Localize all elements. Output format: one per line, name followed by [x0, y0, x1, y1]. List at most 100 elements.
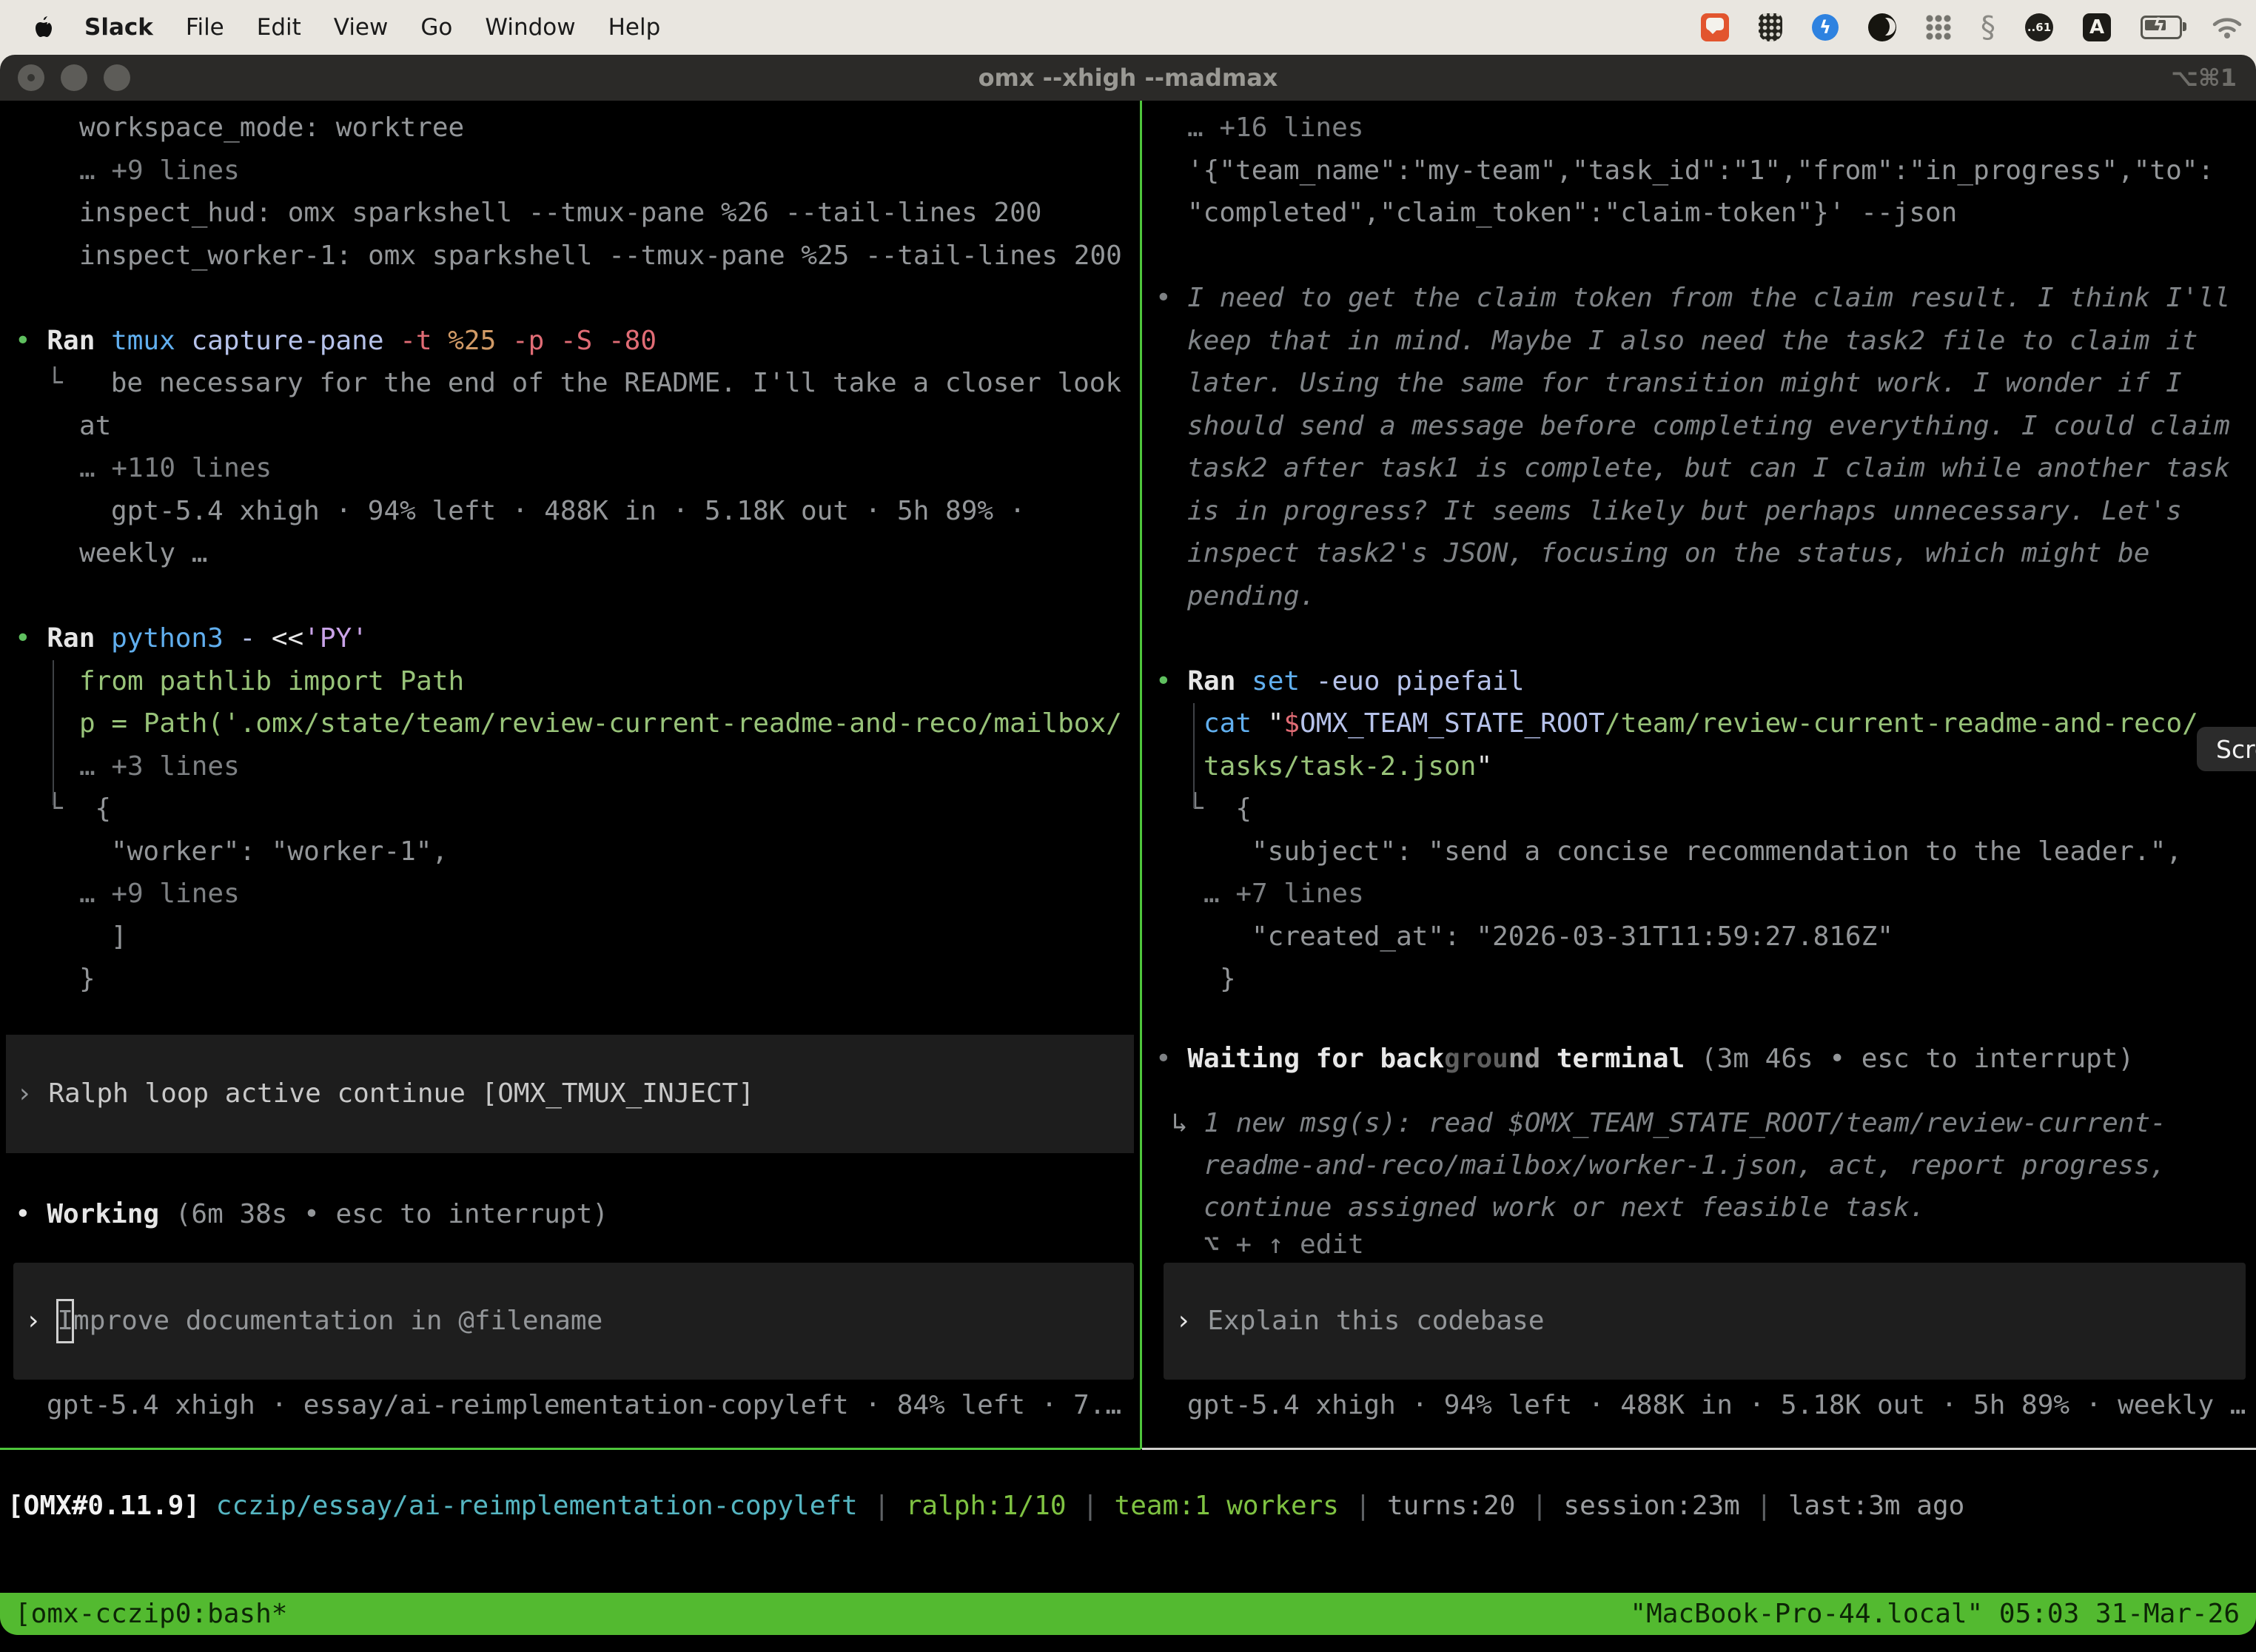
json-output-line: } [15, 958, 1155, 1001]
model-status-line: gpt-5.4 xhigh · essay/ai-reimplementatio… [15, 1384, 1121, 1427]
team-workers: team:1 workers [1115, 1491, 1339, 1521]
elbow-icon: └ [47, 368, 111, 398]
battery-icon[interactable]: ϟ [2141, 16, 2182, 39]
json-brace: { [1219, 793, 1252, 824]
thinking-line: is in progress? It seems likely but perh… [1155, 490, 2256, 533]
banner-text: Ralph loop active continue [OMX_TMUX_INJ… [48, 1078, 754, 1109]
a-label: A [2089, 16, 2104, 38]
banner-line: › Ralph loop active continue [OMX_TMUX_I… [6, 1072, 754, 1115]
ran-tmux-command-line: • Ran tmux capture-pane -t %25 -p -S -80 [15, 320, 1155, 363]
command-output-line: weekly … [15, 532, 1155, 575]
command-output-line: └ be necessary for the end of the README… [15, 362, 1155, 405]
ran-shell-command-line: • Ran set -euo pipefail [1155, 660, 2256, 703]
subcommand: capture-pane [191, 326, 400, 356]
command-name: cat [1203, 708, 1268, 739]
turns-counter: turns:20 [1387, 1491, 1515, 1521]
menu-item-edit[interactable]: Edit [257, 14, 301, 41]
json-output-line: ] [15, 916, 1155, 958]
badge-label: ..61 [2027, 21, 2051, 34]
collapsed-lines-indicator: … +3 lines [15, 745, 1155, 788]
bullet-icon: • [15, 326, 47, 356]
menu-item-slack[interactable]: Slack [84, 14, 153, 41]
separator: | [1740, 1491, 1788, 1521]
thinking-line: keep that in mind. Maybe I also need the… [1155, 320, 2256, 363]
dots-grid-icon[interactable] [1926, 15, 1951, 40]
dash-arg: - [239, 623, 271, 654]
letter-a-icon[interactable]: A [2083, 13, 2111, 41]
shield-grid-icon[interactable] [1759, 13, 1782, 41]
separator: | [1515, 1491, 1563, 1521]
elbow-icon: └ [1187, 793, 1219, 824]
menu-bar: Slack File Edit View Go Window Help ϟ § … [0, 0, 2256, 55]
bullet-icon: • [15, 1199, 47, 1229]
badge-61-icon[interactable]: ..61 [2025, 13, 2053, 41]
elbow-icon: └ [47, 793, 78, 824]
squiggle-icon[interactable]: § [1981, 13, 1995, 42]
menu-item-go[interactable]: Go [420, 14, 452, 41]
input-placeholder: Explain this codebase [1207, 1306, 1544, 1336]
json-output-line: "worker": "worker-1", [15, 830, 1155, 873]
blank-line [1155, 617, 2256, 660]
python-code-line: from pathlib import Path [15, 660, 1155, 703]
thinking-text: I need to get the claim token from the c… [1187, 283, 2230, 313]
flag: -80 [608, 326, 657, 356]
menu-item-view[interactable]: View [334, 14, 389, 41]
input-placeholder: mprove documentation in @filename [73, 1306, 602, 1336]
ran-label: Ran [47, 623, 111, 654]
return-arrow-icon: ↳ [1172, 1108, 1203, 1138]
omx-version: [OMX#0.11.9] [7, 1491, 216, 1521]
battery-bolt-glyph: ϟ [2153, 15, 2165, 36]
text-cursor: I [57, 1300, 73, 1343]
file-path: /team/review-current-readme-and-reco/ [1605, 708, 2198, 739]
right-pane: … +16 lines '{"team_name":"my-team","tas… [1144, 101, 2256, 1001]
env-var: OMX_TEAM_STATE_ROOT [1300, 708, 1605, 739]
bullet-icon: • [1155, 283, 1187, 313]
tool-call-connector [1193, 703, 1195, 808]
crescent-icon[interactable] [1868, 13, 1896, 41]
blue-bolt-icon[interactable]: ϟ [1812, 14, 1839, 41]
prompt-input-right[interactable]: › Explain this codebase [1164, 1263, 2246, 1380]
bolt-glyph: ϟ [1819, 17, 1831, 38]
blank-line [1155, 235, 2256, 278]
command-output-line: gpt-5.4 xhigh · 94% left · 488K in · 5.1… [15, 490, 1155, 533]
bullet-icon: • [15, 623, 47, 654]
bullet-icon: • [1155, 666, 1187, 696]
json-brace: { [78, 793, 111, 824]
apple-menu-icon[interactable] [34, 16, 53, 38]
prompt-chevron-icon: › [1175, 1306, 1207, 1336]
pane-divider[interactable] [1140, 101, 1142, 1449]
menu-item-window[interactable]: Window [485, 14, 575, 41]
quote: " [1268, 708, 1284, 739]
pane-id: %25 [448, 326, 512, 356]
collapsed-lines-indicator: … +9 lines [15, 873, 1155, 916]
ran-python-command-line: • Ran python3 - <<'PY' [15, 617, 1155, 660]
input-line: › Explain this codebase [1164, 1300, 1545, 1343]
menu-item-file[interactable]: File [186, 14, 224, 41]
ralph-loop-banner: › Ralph loop active continue [OMX_TMUX_I… [6, 1035, 1134, 1153]
separator: | [1067, 1491, 1115, 1521]
ralph-counter: ralph:1/10 [906, 1491, 1067, 1521]
command-output-line: at [15, 405, 1155, 448]
wifi-icon[interactable] [2212, 16, 2243, 39]
window-title: omx --xhigh --madmax [0, 64, 2256, 92]
chat-app-icon[interactable] [1701, 13, 1729, 41]
tmux-session-name[interactable]: [omx-cczip0:bash* [15, 1593, 287, 1636]
session-duration: session:23m [1563, 1491, 1739, 1521]
collapsed-lines-indicator: … +7 lines [1155, 873, 2256, 916]
waiting-status-line: • Waiting for background terminal (3m 46… [1155, 1038, 2134, 1081]
file-path: tasks/task-2.json [1203, 751, 1476, 782]
command-output-line: └ { [1155, 788, 2256, 830]
blank-line [15, 575, 1155, 618]
prompt-input-left[interactable]: › Improve documentation in @filename [13, 1263, 1134, 1380]
tmux-status-bar: [omx-cczip0:bash* "MacBook-Pro-44.local"… [0, 1593, 2256, 1635]
tool-call-connector [53, 660, 54, 805]
flag: -t [400, 326, 448, 356]
waiting-label: Waiting for back [1187, 1044, 1444, 1074]
terminal-line: inspect_worker-1: omx sparkshell --tmux-… [15, 235, 1155, 278]
quote: " [1476, 751, 1492, 782]
menu-item-help[interactable]: Help [608, 14, 661, 41]
command-name: python3 [111, 623, 239, 654]
screen-overlay-button[interactable]: Scre [2197, 727, 2256, 771]
json-output-line: } [1155, 958, 2256, 1001]
heredoc-marker: 'PY' [303, 623, 368, 654]
